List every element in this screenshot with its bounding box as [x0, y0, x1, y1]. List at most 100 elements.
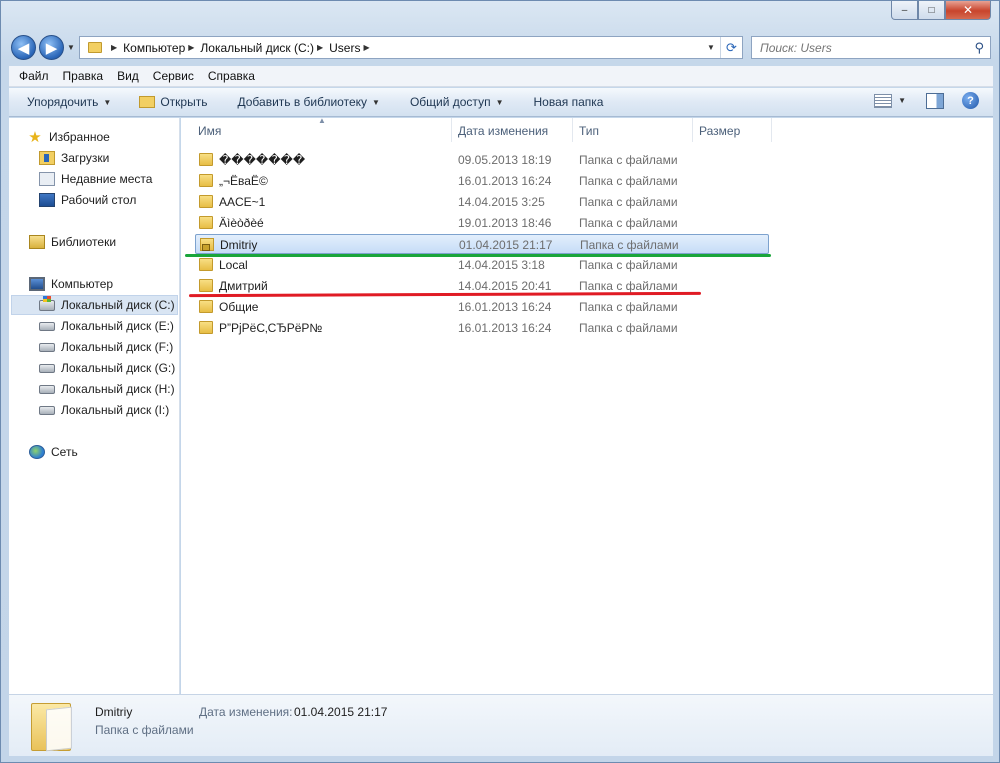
refresh-icon[interactable]: ⟳ — [720, 37, 742, 58]
maximize-button[interactable]: □ — [918, 1, 945, 20]
details-type: Папка с файлами — [95, 723, 194, 737]
view-controls: ▼ ? — [874, 92, 979, 109]
desktop-icon — [39, 193, 55, 207]
menu-help[interactable]: Справка — [208, 69, 255, 83]
menu-tools[interactable]: Сервис — [153, 69, 194, 83]
nav-drive-g[interactable]: Локальный диск (G:) — [39, 358, 175, 378]
command-bar: Упорядочить ▼ Открыть Добавить в библиот… — [9, 88, 993, 117]
preview-pane-icon[interactable] — [926, 92, 944, 109]
nav-drive-label: Локальный диск (I:) — [61, 403, 170, 417]
file-type: Папка с файлами — [579, 258, 678, 272]
file-row[interactable]: Local 14.04.2015 3:18 Папка с файлами — [195, 255, 769, 275]
breadcrumb-drive-c[interactable]: Локальный диск (C:) — [200, 41, 314, 55]
file-row[interactable]: ������� 09.05.2013 18:19 Папка с файлами — [195, 150, 769, 170]
drive-icon — [39, 405, 55, 415]
nav-computer-label: Компьютер — [51, 277, 114, 291]
chevron-right-icon[interactable]: ▶ — [363, 43, 369, 52]
drive-icon — [39, 384, 55, 394]
add-to-library-button[interactable]: Добавить в библиотеку ▼ — [237, 95, 379, 109]
chevron-right-icon[interactable]: ▶ — [188, 43, 194, 52]
drive-icon — [39, 321, 55, 331]
organize-button[interactable]: Упорядочить ▼ — [27, 95, 111, 109]
new-folder-button[interactable]: Новая папка — [533, 95, 603, 109]
file-type: Папка с файлами — [579, 279, 678, 293]
nav-drive-f[interactable]: Локальный диск (F:) — [39, 337, 173, 357]
downloads-folder-icon — [39, 151, 55, 165]
nav-drive-label: Локальный диск (E:) — [61, 319, 174, 333]
details-date-label: Дата изменения: — [199, 705, 293, 719]
file-row[interactable]: Общие 16.01.2013 16:24 Папка с файлами — [195, 297, 769, 317]
column-size[interactable]: Размер — [699, 124, 740, 138]
nav-desktop[interactable]: Рабочий стол — [39, 190, 136, 210]
nav-drive-i[interactable]: Локальный диск (I:) — [39, 400, 169, 420]
menu-edit[interactable]: Правка — [63, 69, 104, 83]
nav-recent-label: Недавние места — [61, 172, 153, 186]
folder-icon — [199, 300, 213, 313]
search-icon[interactable]: ⚲ — [974, 40, 984, 56]
file-row[interactable]: Äìèòðèé 19.01.2013 18:46 Папка с файлами — [195, 213, 769, 233]
column-name[interactable]: Имя — [198, 124, 221, 138]
column-date[interactable]: Дата изменения — [458, 124, 548, 138]
file-row[interactable]: „¬ЁваЁ© 16.01.2013 16:24 Папка с файлами — [195, 171, 769, 191]
recent-pages-dropdown[interactable]: ▼ — [67, 43, 75, 52]
help-icon[interactable]: ? — [962, 92, 979, 109]
file-name: AACE~1 — [219, 195, 266, 209]
nav-recent-places[interactable]: Недавние места — [39, 169, 152, 189]
column-divider[interactable] — [692, 118, 693, 142]
chevron-right-icon[interactable]: ▶ — [111, 43, 117, 52]
explorer-window: – □ ✕ ◀ ▶ ▼ ▶ Компьютер ▶ Локальный диск… — [0, 0, 1000, 763]
address-bar[interactable]: ▶ Компьютер ▶ Локальный диск (C:) ▶ User… — [79, 36, 743, 59]
nav-computer[interactable]: Компьютер — [29, 274, 113, 294]
folder-icon — [199, 153, 213, 166]
file-row[interactable]: Р”РјРёС‚СЂРёР№ 16.01.2013 16:24 Папка с … — [195, 318, 769, 338]
chevron-down-icon: ▼ — [495, 97, 504, 107]
share-button[interactable]: Общий доступ ▼ — [410, 95, 504, 109]
file-name: Общие — [219, 300, 259, 314]
folder-icon — [199, 174, 213, 187]
minimize-button[interactable]: – — [891, 1, 918, 20]
open-button[interactable]: Открыть — [139, 95, 207, 109]
nav-libraries-label: Библиотеки — [51, 235, 117, 249]
nav-libraries[interactable]: Библиотеки — [29, 232, 116, 252]
nav-downloads[interactable]: Загрузки — [39, 148, 109, 168]
menu-view[interactable]: Вид — [117, 69, 139, 83]
recent-places-icon — [39, 172, 55, 186]
column-divider[interactable] — [572, 118, 573, 142]
navigation-pane: ★ Избранное Загрузки Недавние места Рабо… — [9, 118, 180, 694]
arrow-right-icon: ▶ — [45, 39, 58, 57]
menu-file[interactable]: Файл — [19, 69, 49, 83]
search-input[interactable] — [760, 40, 960, 55]
column-divider[interactable] — [451, 118, 452, 142]
views-dropdown-icon[interactable]: ▼ — [898, 96, 906, 105]
search-box[interactable]: ⚲ — [751, 36, 991, 59]
file-date: 14.04.2015 3:18 — [458, 258, 545, 272]
caption-buttons: – □ ✕ — [891, 1, 991, 20]
nav-drive-c[interactable]: Локальный диск (C:) — [11, 295, 178, 315]
nav-drive-e[interactable]: Локальный диск (E:) — [39, 316, 174, 336]
address-dropdown-icon[interactable]: ▼ — [702, 43, 720, 52]
column-divider[interactable] — [771, 118, 772, 142]
file-row-selected[interactable]: Dmitriy 01.04.2015 21:17 Папка с файлами — [195, 234, 769, 254]
organize-label: Упорядочить — [27, 95, 99, 109]
file-row[interactable]: AACE~1 14.04.2015 3:25 Папка с файлами — [195, 192, 769, 212]
file-name: Dmitriy — [220, 238, 258, 252]
file-type: Папка с файлами — [579, 195, 678, 209]
file-name: Р”РјРёС‚СЂРёР№ — [219, 321, 323, 335]
back-button[interactable]: ◀ — [11, 35, 36, 60]
close-button[interactable]: ✕ — [945, 1, 991, 20]
nav-network[interactable]: Сеть — [29, 442, 78, 462]
views-icon[interactable] — [874, 93, 893, 108]
nav-favorites[interactable]: ★ Избранное — [27, 127, 110, 147]
forward-button[interactable]: ▶ — [39, 35, 64, 60]
file-date: 16.01.2013 16:24 — [458, 300, 552, 314]
file-type: Папка с файлами — [579, 153, 678, 167]
chevron-right-icon[interactable]: ▶ — [317, 43, 323, 52]
column-type[interactable]: Тип — [579, 124, 599, 138]
drive-icon — [39, 342, 55, 352]
nav-drive-h[interactable]: Локальный диск (H:) — [39, 379, 175, 399]
menu-bar: Файл Правка Вид Сервис Справка — [9, 66, 993, 87]
file-name: Local — [219, 258, 248, 272]
breadcrumb-users[interactable]: Users — [329, 41, 360, 55]
address-row: ◀ ▶ ▼ ▶ Компьютер ▶ Локальный диск (C:) … — [1, 31, 1000, 63]
breadcrumb-computer[interactable]: Компьютер — [123, 41, 185, 55]
